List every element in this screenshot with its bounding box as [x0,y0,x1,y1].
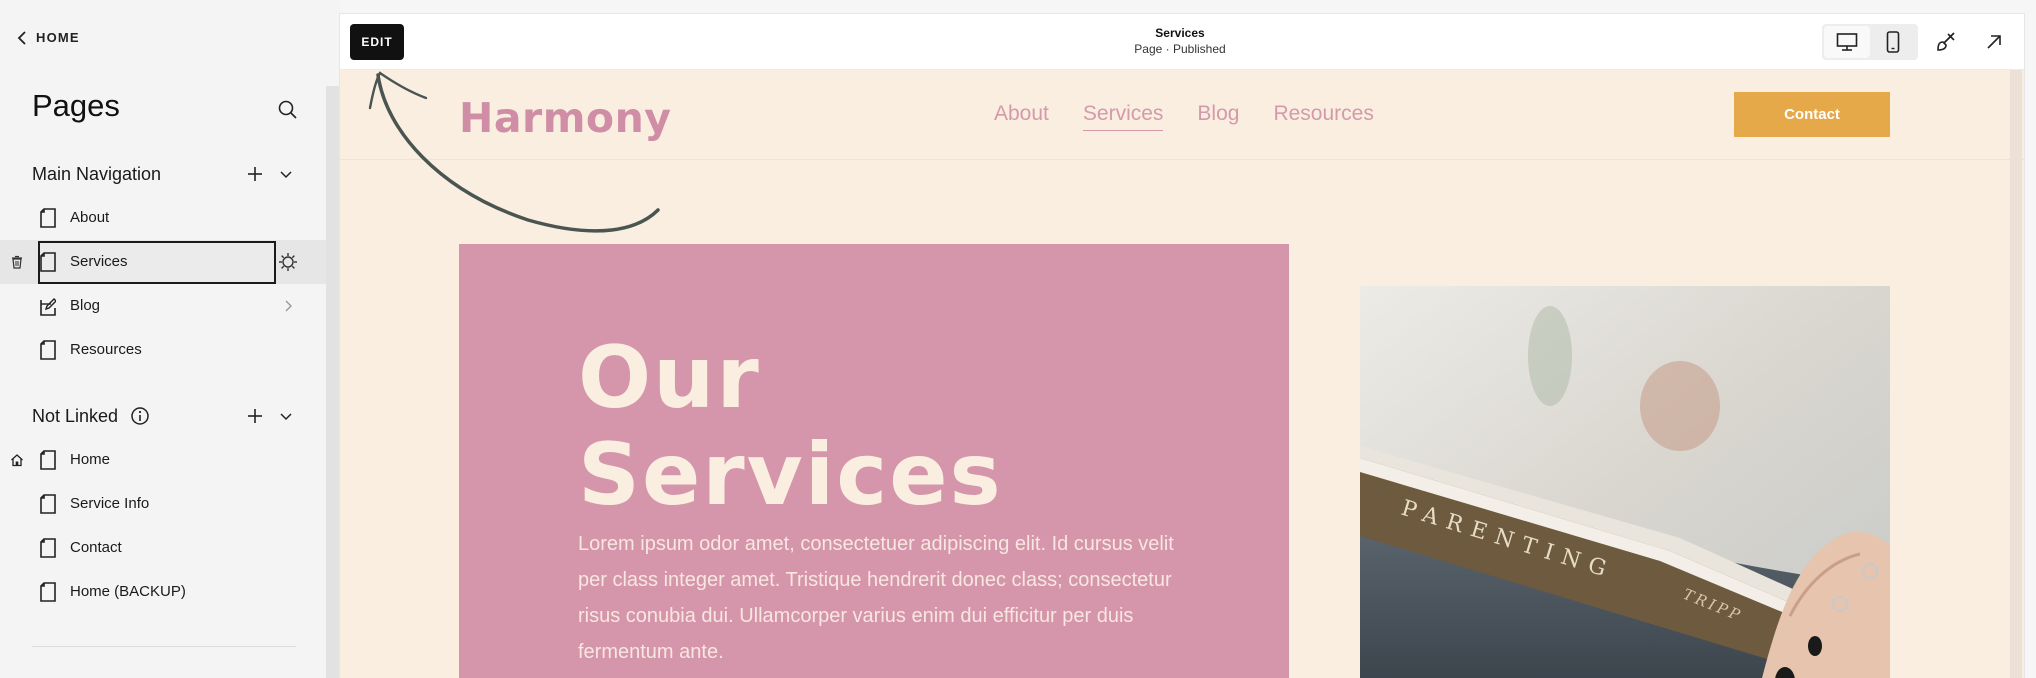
chevron-right-icon[interactable] [282,299,294,313]
photo-illustration: PARENTING TRIPP [1360,286,1890,678]
device-toggle [1822,24,1918,60]
not-linked-header: Not Linked [32,402,302,430]
main-navigation-header: Main Navigation [32,160,302,188]
site-preview: EDIT Services Page · Published Harmony A… [340,14,2024,678]
site-nav-resources[interactable]: Resources [1273,102,1373,131]
sidebar-item-label: Blog [70,297,101,314]
mobile-view-button[interactable] [1870,24,1916,60]
plus-icon[interactable] [244,163,266,185]
chevron-down-icon[interactable] [278,408,294,424]
sidebar-item-blog[interactable]: Blog [0,284,326,328]
sidebar-item-label: Contact [70,539,122,556]
back-to-home-link[interactable]: HOME [16,30,80,45]
page-status: Page · Published [1134,42,1226,56]
hero-heading: Our Services [578,330,1003,524]
page-info: Services Page · Published [1080,26,1280,56]
expand-arrow-icon [1987,35,2001,49]
page-icon [40,538,56,558]
gear-icon[interactable] [278,252,298,272]
section-label: Not Linked [32,405,119,426]
info-icon[interactable] [130,406,150,426]
hero-heading-line-1: Our [578,328,761,428]
preview-scrollbar[interactable] [2010,70,2022,678]
hero-panel: Our Services Lorem ipsum odor amet, cons… [459,244,1289,678]
page-icon [40,582,56,602]
chevron-left-icon [17,30,26,45]
sidebar-item-resources[interactable]: Resources [0,328,326,372]
site-nav-services[interactable]: Services [1082,102,1164,131]
site-nav-about[interactable]: About [994,102,1049,131]
hero-body-text: Lorem ipsum odor amet, consectetuer adip… [578,533,1174,663]
back-link-label: HOME [36,30,80,45]
sidebar-item-contact[interactable]: Contact [0,526,326,570]
sidebar-item-about[interactable]: About [0,196,326,240]
chevron-down-icon[interactable] [278,166,294,182]
page-icon [40,208,56,228]
plus-icon[interactable] [244,405,266,427]
pages-panel: HOME Pages Main Navigation About Service… [0,0,340,678]
page-icon [40,450,56,470]
edit-button[interactable]: EDIT [350,24,404,60]
sidebar-item-label: Resources [70,341,142,358]
home-icon [11,454,23,467]
editor-toolbar: EDIT Services Page · Published [340,14,2024,70]
sidebar-item-services[interactable]: Services [0,240,326,284]
panel-title: Pages [32,88,120,123]
blog-icon [40,298,56,316]
mobile-icon [1886,31,1900,53]
sidebar-scrollbar[interactable] [326,86,339,678]
exit-preview-button[interactable] [1980,28,2008,56]
contact-button[interactable]: Contact [1734,92,1890,137]
sidebar-item-label: Home [70,451,111,468]
site-navigation: About Services Blog Resources [994,102,1374,131]
sidebar-item-label: About [70,209,110,226]
design-button[interactable] [1932,28,1960,56]
sidebar-item-home[interactable]: Home [0,438,326,482]
sidebar-item-label: Services [70,253,128,270]
sidebar-item-home-backup[interactable]: Home (BACKUP) [0,570,326,614]
sidebar-item-label: Service Info [70,495,150,512]
page-icon [40,340,56,360]
page-name: Services [1155,26,1205,40]
hero-image: PARENTING TRIPP [1360,286,1890,678]
hand-drawn-arrow [368,71,660,233]
sidebar-item-label: Home (BACKUP) [70,583,186,600]
sidebar-item-service-info[interactable]: Service Info [0,482,326,526]
paintbrush-icon [1937,32,1955,51]
desktop-icon [1836,33,1858,51]
section-label: Main Navigation [32,163,162,184]
page-icon [40,494,56,514]
trash-icon[interactable] [10,255,24,269]
section-divider [32,646,296,647]
desktop-view-button[interactable] [1824,26,1870,58]
hero-heading-line-2: Services [578,425,1003,525]
page-icon [40,252,56,272]
site-nav-blog[interactable]: Blog [1197,102,1239,131]
search-icon[interactable] [276,98,300,122]
